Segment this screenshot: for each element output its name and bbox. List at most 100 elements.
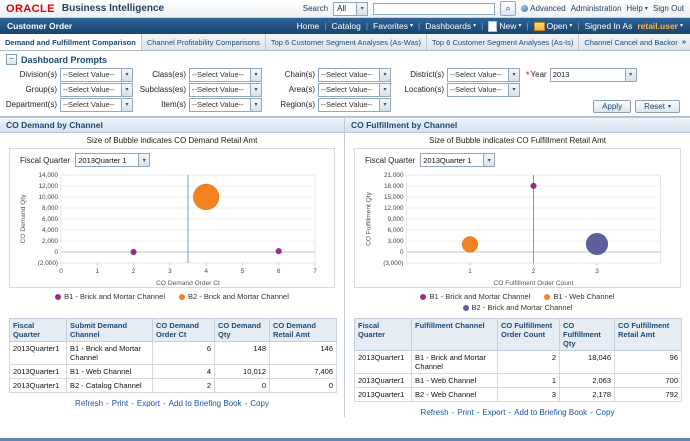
svg-text:9,000: 9,000: [388, 216, 404, 223]
table-cell: 18,046: [559, 350, 615, 374]
region-value: --Select Value--: [321, 100, 373, 109]
table-cell: 10,012: [214, 364, 270, 379]
fulfillment-view-links: Refresh - Print - Export - Add to Briefing Boo…: [345, 402, 690, 417]
table-cell: 148: [214, 341, 270, 365]
chain-select[interactable]: --Select Value-- ▾: [318, 67, 391, 82]
table-row: 2013Quarter1 B1 - Brick and Mortar Chann…: [354, 350, 682, 374]
division-select[interactable]: --Select Value-- ▾: [60, 67, 133, 82]
help-menu[interactable]: Help ▾: [626, 4, 647, 13]
demand-bubble-chart[interactable]: (2,000) 0 2,000 4,000 6,000 8,000 10,000 12,000…: [12, 169, 332, 287]
svg-text:12,000: 12,000: [38, 183, 58, 190]
caret-down-icon: ▾: [356, 2, 368, 15]
refresh-link[interactable]: Refresh: [75, 399, 103, 408]
demand-view-links: Refresh - Print - Export - Add to Briefing Boo…: [0, 393, 344, 408]
tab-demand-and-fulfillment-comparison[interactable]: Demand and Fulfillment Comparison: [0, 34, 142, 50]
caret-down-icon: ▾: [121, 83, 132, 96]
link-separator: -: [451, 408, 455, 417]
fiscal-quarter-label: Fiscal Quarter: [365, 155, 416, 165]
group-select[interactable]: --Select Value-- ▾: [60, 82, 133, 97]
division-value: --Select Value--: [63, 70, 115, 79]
export-link[interactable]: Export: [137, 399, 160, 408]
co-demand-subtitle: Size of Bubble indicates CO Demand Retai…: [86, 136, 258, 145]
copy-link[interactable]: Copy: [596, 408, 615, 417]
location-select[interactable]: --Select Value-- ▾: [447, 82, 520, 97]
nav-favorites-menu[interactable]: Favorites ▾: [373, 21, 413, 31]
tab-top6-segment-analyses-as-is[interactable]: Top 6 Customer Segment Analyses (As-Is): [427, 34, 580, 50]
tab-channel-profitability-comparisons[interactable]: Channel Profitability Comparisons: [142, 34, 266, 50]
collapse-section-icon[interactable]: −: [6, 54, 17, 65]
print-link[interactable]: Print: [112, 399, 128, 408]
table-row: 2013Quarter1 B2 - Catalog Channel 2 0 0: [9, 378, 337, 393]
signed-in-as-label: Signed In As: [584, 21, 633, 31]
advanced-label: Advanced: [530, 4, 566, 13]
nav-open-menu[interactable]: Open ▾: [533, 21, 573, 31]
table-row: 2013Quarter1 B2 - Web Channel 3 2,178 79…: [354, 387, 682, 402]
caret-down-icon: ▾: [121, 68, 132, 81]
caret-down-icon: ▾: [679, 23, 683, 29]
column-header: CO Fulfillment Retail Amt: [614, 318, 682, 351]
export-link[interactable]: Export: [482, 408, 505, 417]
open-folder-icon: [533, 21, 545, 31]
subclass-select[interactable]: --Select Value-- ▾: [189, 82, 262, 97]
item-select[interactable]: --Select Value-- ▾: [189, 97, 262, 112]
search-go-button[interactable]: ⌕: [500, 1, 517, 16]
help-label: Help: [626, 4, 643, 13]
apply-button[interactable]: Apply: [593, 100, 632, 113]
chain-label: Chain(s): [284, 70, 315, 79]
svg-text:8,000: 8,000: [42, 205, 58, 212]
year-value: 2013: [552, 70, 570, 79]
caret-down-icon: ▾: [569, 23, 573, 29]
tab-top6-segment-analyses-as-was[interactable]: Top 6 Customer Segment Analyses (As-Was): [266, 34, 428, 50]
nav-new-menu[interactable]: New ▾: [488, 20, 521, 32]
search-scope-select[interactable]: All ▾: [333, 1, 369, 16]
caret-down-icon: ▾: [250, 68, 261, 81]
add-to-briefing-book-link[interactable]: Add to Briefing Book: [169, 399, 242, 408]
class-select[interactable]: --Select Value-- ▾: [189, 67, 262, 82]
legend-label: B1 - Brick and Mortar Channel: [64, 292, 165, 301]
co-demand-panel: CO Demand by Channel Size of Bubble indi…: [0, 117, 345, 417]
username: retail.user: [637, 21, 678, 31]
nav-catalog[interactable]: Catalog: [332, 21, 361, 31]
fulfillment-fiscal-quarter-select[interactable]: 2013Quarter 1 ▾: [420, 153, 496, 167]
fulfillment-bubble-chart[interactable]: (3,000) 0 3,000 6,000 9,000 12,000 15,000 18,00…: [357, 169, 678, 287]
signed-in-user-menu[interactable]: retail.user ▾: [637, 21, 683, 31]
sign-out-link[interactable]: Sign Out: [653, 4, 684, 13]
link-separator: -: [131, 399, 134, 408]
copy-link[interactable]: Copy: [250, 399, 269, 408]
table-cell: 1: [497, 373, 560, 388]
table-cell: 0: [269, 378, 337, 393]
year-select[interactable]: 2013 ▾: [549, 67, 637, 82]
table-cell: 2013Quarter1: [354, 373, 412, 388]
tab-channel-cancel-backorder-correlation[interactable]: Channel Cancel and Backorder Correlation: [579, 34, 690, 50]
print-link[interactable]: Print: [457, 408, 473, 417]
caret-down-icon: ▾: [508, 68, 519, 81]
department-select[interactable]: --Select Value-- ▾: [60, 97, 133, 112]
refresh-link[interactable]: Refresh: [421, 408, 449, 417]
tab-overflow-icon[interactable]: »: [677, 34, 690, 49]
administration-link[interactable]: Administration: [571, 4, 622, 13]
dashboard-prompts: Division(s) --Select Value-- ▾ Class(es)…: [0, 66, 690, 116]
district-select[interactable]: --Select Value-- ▾: [447, 67, 520, 82]
region-select[interactable]: --Select Value-- ▾: [318, 97, 391, 112]
demand-fiscal-quarter-select[interactable]: 2013Quarter 1 ▾: [75, 153, 151, 167]
search-input[interactable]: [373, 2, 496, 15]
legend-swatch: [420, 293, 427, 300]
nav-home[interactable]: Home: [297, 21, 320, 31]
legend-item: B1 - Brick and Mortar Channel: [420, 292, 530, 301]
table-cell: 0: [214, 378, 270, 393]
add-to-briefing-book-link[interactable]: Add to Briefing Book: [514, 408, 587, 417]
caret-down-icon: ▾: [644, 5, 648, 12]
dashboard-tabs: Demand and Fulfillment Comparison Channe…: [0, 34, 690, 51]
caret-down-icon: ▾: [483, 154, 495, 166]
nav-dashboards-menu[interactable]: Dashboards ▾: [425, 21, 476, 31]
fiscal-quarter-value: 2013Quarter 1: [423, 155, 472, 165]
advanced-link[interactable]: Advanced: [521, 4, 566, 13]
dashboard-body: CO Demand by Channel Size of Bubble indi…: [0, 116, 690, 417]
table-cell: 6: [152, 341, 215, 365]
table-cell: 7,406: [269, 364, 337, 379]
reset-button[interactable]: Reset ▾: [635, 100, 680, 113]
caret-down-icon: ▾: [138, 154, 150, 166]
svg-text:1: 1: [96, 268, 100, 275]
area-select[interactable]: --Select Value-- ▾: [318, 82, 391, 97]
fulfillment-chart-legend: B1 - Brick and Mortar Channel B1 - Web C…: [363, 289, 673, 316]
